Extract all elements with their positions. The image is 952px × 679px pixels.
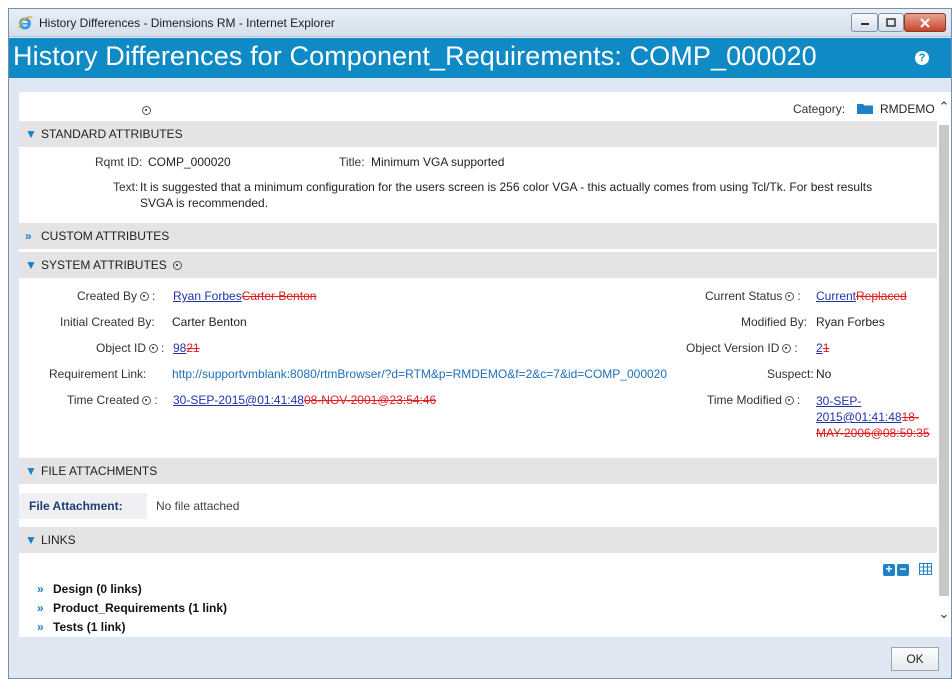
info-icon[interactable] (782, 344, 792, 354)
section-title: FILE ATTACHMENTS (41, 464, 158, 478)
section-custom-attributes[interactable]: » CUSTOM ATTRIBUTES (19, 223, 937, 249)
chevron-right-icon: » (25, 229, 32, 243)
file-attachment-label: File Attachment: (19, 493, 147, 519)
time-created-new[interactable]: 30-SEP-2015@01:41:48 (173, 393, 304, 407)
info-icon[interactable] (140, 292, 150, 302)
time-modified-label: Time Modified: (707, 393, 801, 407)
text-label: Text: (113, 180, 139, 194)
created-by-label: Created By: (77, 289, 156, 303)
vertical-scrollbar[interactable]: ⌃ ⌄ (937, 92, 951, 637)
collapse-all-button[interactable]: − (897, 563, 909, 576)
object-version-old: 1 (822, 341, 830, 355)
scroll-up-icon[interactable]: ⌃ (938, 99, 950, 114)
browser-window: History Differences - Dimensions RM - In… (8, 8, 952, 679)
window-title: History Differences - Dimensions RM - In… (39, 16, 335, 30)
info-icon[interactable] (172, 260, 182, 270)
scroll-thumb[interactable] (939, 125, 949, 596)
close-window-button[interactable] (904, 13, 946, 32)
section-title: CUSTOM ATTRIBUTES (41, 229, 170, 243)
time-modified-value: 30-SEP- 2015@01:41:4818- MAY-2006@08:59:… (816, 393, 930, 441)
section-file-attachments[interactable]: ▼ FILE ATTACHMENTS (19, 458, 937, 484)
rqmt-id-label: Rqmt ID: (95, 155, 143, 169)
chevron-down-icon: ▼ (25, 464, 37, 478)
link-group-product-requirements[interactable]: » Product_Requirements (1 link) (37, 601, 227, 615)
ok-button[interactable]: OK (891, 647, 939, 671)
category-label: Category: (793, 102, 846, 116)
info-icon[interactable] (149, 344, 159, 354)
initial-created-by-label: Initial Created By: (60, 315, 155, 329)
section-system-attributes[interactable]: ▼ SYSTEM ATTRIBUTES (19, 252, 937, 278)
suspect-label: Suspect: (767, 367, 814, 381)
page-title: History Differences for Component_Requir… (13, 41, 817, 71)
current-status-label: Current Status: (705, 289, 801, 303)
file-attachment-value: No file attached (156, 499, 240, 513)
time-modified-new-1[interactable]: 30-SEP- (816, 394, 861, 408)
object-version-value: 21 (816, 341, 829, 355)
object-version-new[interactable]: 2 (816, 341, 823, 355)
section-title: STANDARD ATTRIBUTES (41, 127, 183, 141)
table-view-icon[interactable] (919, 563, 932, 575)
object-id-label: Object ID: (96, 341, 165, 355)
section-title: SYSTEM ATTRIBUTES (41, 258, 167, 272)
maximize-button[interactable] (878, 13, 904, 32)
modified-by-value: Ryan Forbes (816, 315, 885, 329)
chevron-right-icon: » (37, 620, 44, 634)
info-icon[interactable] (785, 292, 795, 302)
chevron-down-icon: ▼ (25, 533, 37, 547)
internet-explorer-icon (18, 16, 33, 30)
modified-by-label: Modified By: (741, 315, 808, 329)
scroll-down-icon[interactable]: ⌄ (938, 606, 950, 621)
current-status-new[interactable]: Current (816, 289, 856, 303)
time-modified-old-3: MAY-2006@08:59:35 (816, 426, 930, 440)
folder-icon (857, 104, 873, 114)
info-icon[interactable] (142, 106, 151, 115)
page-header: History Differences for Component_Requir… (9, 38, 951, 78)
minimize-icon (860, 22, 869, 25)
chevron-right-icon: » (37, 582, 44, 596)
maximize-icon (886, 17, 896, 27)
created-by-new[interactable]: Ryan Forbes (173, 289, 242, 303)
time-modified-new-2[interactable]: 2015@01:41:48 (816, 410, 902, 424)
time-created-old: 08-NOV-2001@23:54:46 (303, 393, 437, 407)
content-area: Category: RMDEMO ▼ STANDARD ATTRIBUTES R… (19, 92, 937, 637)
requirement-link[interactable]: http://supportvmblank:8080/rtmBrowser/?d… (172, 367, 667, 381)
created-by-value: Ryan ForbesCarter Benton (173, 289, 316, 303)
link-group-design[interactable]: » Design (0 links) (37, 582, 142, 596)
chevron-down-icon: ▼ (25, 127, 37, 141)
time-created-value: 30-SEP-2015@01:41:4808-NOV-2001@23:54:46 (173, 393, 436, 407)
link-group-tests[interactable]: » Tests (1 link) (37, 620, 125, 634)
rqmt-id-value: COMP_000020 (148, 155, 231, 169)
object-id-new[interactable]: 98 (173, 341, 186, 355)
help-icon[interactable]: ? (915, 51, 929, 65)
expand-all-button[interactable]: + (883, 563, 895, 576)
object-version-label: Object Version ID: (686, 341, 798, 355)
section-standard-attributes[interactable]: ▼ STANDARD ATTRIBUTES (19, 121, 937, 147)
initial-created-by-value: Carter Benton (172, 315, 247, 329)
current-status-value: CurrentReplaced (816, 289, 907, 303)
minimize-button[interactable] (851, 13, 878, 32)
text-value-line2: SVGA is recommended. (140, 196, 269, 210)
section-links[interactable]: ▼ LINKS (19, 527, 937, 553)
text-value-line1: It is suggested that a minimum configura… (140, 180, 873, 194)
chevron-down-icon: ▼ (25, 258, 37, 272)
suspect-value: No (816, 367, 832, 381)
time-created-label: Time Created: (67, 393, 158, 407)
chevron-right-icon: » (37, 601, 44, 615)
category-value: RMDEMO (880, 102, 935, 116)
created-by-old: Carter Benton (241, 289, 317, 303)
title-value: Minimum VGA supported (371, 155, 505, 169)
file-attachment-row: File Attachment: No file attached (19, 493, 937, 519)
object-id-value: 9821 (173, 341, 200, 355)
window-titlebar: History Differences - Dimensions RM - In… (9, 9, 951, 37)
close-icon (920, 17, 930, 28)
title-label: Title: (339, 155, 365, 169)
info-icon[interactable] (784, 396, 794, 406)
info-icon[interactable] (142, 396, 152, 406)
time-modified-old-2: 18- (901, 410, 919, 424)
requirement-link-label: Requirement Link: (49, 367, 147, 381)
current-status-old: Replaced (856, 289, 907, 303)
section-title: LINKS (41, 533, 76, 547)
object-id-old: 21 (186, 341, 200, 355)
